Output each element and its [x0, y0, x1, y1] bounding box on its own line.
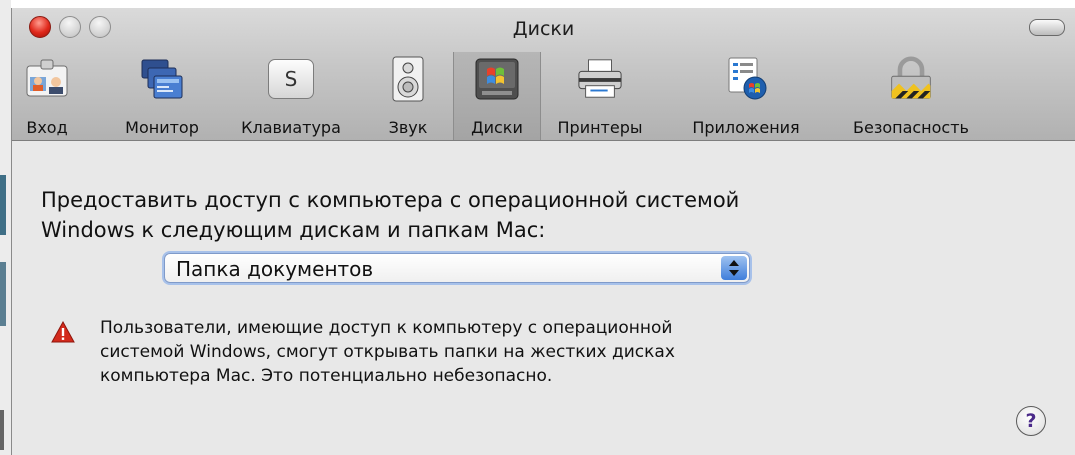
- displays-icon: [139, 54, 185, 104]
- toolbar-item-label: Принтеры: [557, 118, 643, 137]
- keyboard-icon: S: [268, 54, 314, 104]
- preferences-window: Диски Вход Монитор S Клавиатура Звук Дис…: [11, 8, 1075, 455]
- toolbar-item-printers[interactable]: Принтеры: [549, 52, 651, 140]
- toolbar-item-disks[interactable]: Диски: [453, 52, 541, 140]
- popup-selected-value: Папка документов: [176, 257, 374, 281]
- window-title: Диски: [512, 18, 575, 40]
- toolbar-item-label: Диски: [471, 118, 523, 137]
- warning-line: компьютера Mac. Это потенциально небезоп…: [100, 366, 553, 386]
- preference-pane-content: Предоставить доступ с компьютера с опера…: [12, 141, 1075, 455]
- disks-icon: [474, 54, 520, 104]
- printer-icon: [577, 54, 623, 104]
- warning-line: системой Windows, смогут открывать папки…: [100, 342, 675, 362]
- toolbar-item-accounts[interactable]: Вход: [20, 52, 74, 140]
- toolbar-item-label: Монитор: [125, 118, 199, 137]
- toolbar-item-label: Клавиатура: [241, 118, 341, 137]
- toolbar-item-label: Приложения: [692, 118, 800, 137]
- help-icon: ?: [1025, 410, 1037, 432]
- background-edge-segment: [0, 262, 6, 326]
- sharing-prompt: Предоставить доступ с компьютера с опера…: [41, 185, 941, 245]
- warning-text: Пользователи, имеющие доступ к компьютер…: [100, 316, 820, 388]
- toolbar-item-displays[interactable]: Монитор: [114, 52, 210, 140]
- toolbar-item-applications[interactable]: Приложения: [681, 52, 811, 140]
- lock-icon: [888, 54, 934, 104]
- toolbar-item-sound[interactable]: Звук: [382, 52, 434, 140]
- unified-titlebar-toolbar: Диски Вход Монитор S Клавиатура Звук Дис…: [12, 8, 1075, 141]
- help-button[interactable]: ?: [1016, 406, 1046, 436]
- prompt-line: Windows к следующим дискам и папкам Mac:: [41, 218, 546, 242]
- background-edge-segment: [0, 175, 6, 235]
- prompt-line: Предоставить доступ с компьютера с опера…: [41, 188, 740, 212]
- toolbar-item-security[interactable]: Безопасность: [838, 52, 984, 140]
- accounts-icon: [24, 54, 70, 104]
- speaker-icon: [385, 54, 431, 104]
- toolbar-item-keyboard[interactable]: S Клавиатура: [232, 52, 350, 140]
- toolbar-item-label: Звук: [388, 118, 428, 137]
- background-window-edge: [0, 0, 11, 455]
- warning-line: Пользователи, имеющие доступ к компьютер…: [100, 318, 673, 338]
- shared-folder-popup[interactable]: Папка документов: [164, 253, 750, 283]
- warning-icon: [51, 320, 75, 343]
- toolbar-item-label: Безопасность: [853, 118, 969, 137]
- toolbar-item-label: Вход: [26, 118, 68, 137]
- toolbar-toggle-button[interactable]: [1029, 19, 1065, 36]
- up-down-arrows-icon: [721, 256, 747, 280]
- applications-icon: [723, 54, 769, 104]
- background-edge-segment: [0, 410, 4, 450]
